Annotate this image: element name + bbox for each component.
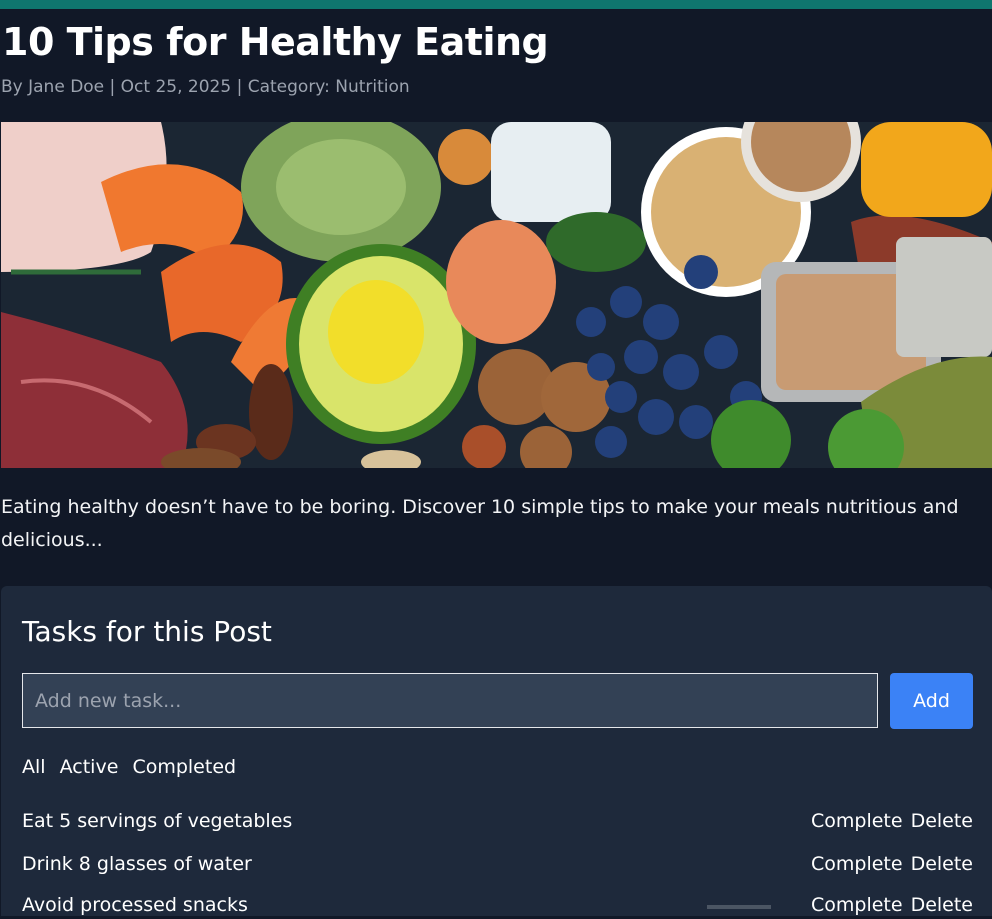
filter-all[interactable]: All bbox=[22, 756, 46, 778]
new-task-input[interactable] bbox=[22, 673, 878, 728]
task-label: Eat 5 servings of vegetables bbox=[22, 810, 293, 832]
task-row: Drink 8 glasses of water Complete Delete bbox=[22, 850, 973, 878]
task-row: Eat 5 servings of vegetables Complete Del… bbox=[22, 807, 973, 835]
delete-button[interactable]: Delete bbox=[911, 810, 973, 832]
hero-image bbox=[1, 122, 992, 468]
delete-button[interactable]: Delete bbox=[911, 894, 973, 916]
task-actions: Complete Delete bbox=[803, 891, 973, 919]
add-task-button[interactable]: Add bbox=[890, 673, 973, 729]
task-actions: Complete Delete bbox=[803, 807, 973, 835]
task-row: Avoid processed snacks Complete Delete bbox=[22, 891, 973, 919]
task-label: Avoid processed snacks bbox=[22, 894, 248, 916]
post-meta: By Jane Doe | Oct 25, 2025 | Category: N… bbox=[1, 77, 410, 97]
post-intro: Eating healthy doesn’t have to be boring… bbox=[1, 496, 959, 551]
filter-completed[interactable]: Completed bbox=[132, 756, 236, 778]
food-illustration bbox=[1, 122, 992, 468]
task-filters: All Active Completed bbox=[22, 754, 244, 780]
tasks-panel: Tasks for this Post Add All Active Compl… bbox=[1, 586, 992, 916]
post-title: 10 Tips for Healthy Eating bbox=[2, 20, 549, 64]
tasks-heading: Tasks for this Post bbox=[22, 615, 272, 648]
filter-active[interactable]: Active bbox=[60, 756, 119, 778]
complete-button[interactable]: Complete bbox=[811, 810, 903, 832]
task-actions: Complete Delete bbox=[803, 850, 973, 878]
complete-button[interactable]: Complete bbox=[811, 894, 903, 916]
top-accent-bar bbox=[0, 0, 992, 9]
scrollbar-thumb[interactable] bbox=[707, 905, 771, 909]
complete-button[interactable]: Complete bbox=[811, 853, 903, 875]
task-label: Drink 8 glasses of water bbox=[22, 853, 252, 875]
delete-button[interactable]: Delete bbox=[911, 853, 973, 875]
